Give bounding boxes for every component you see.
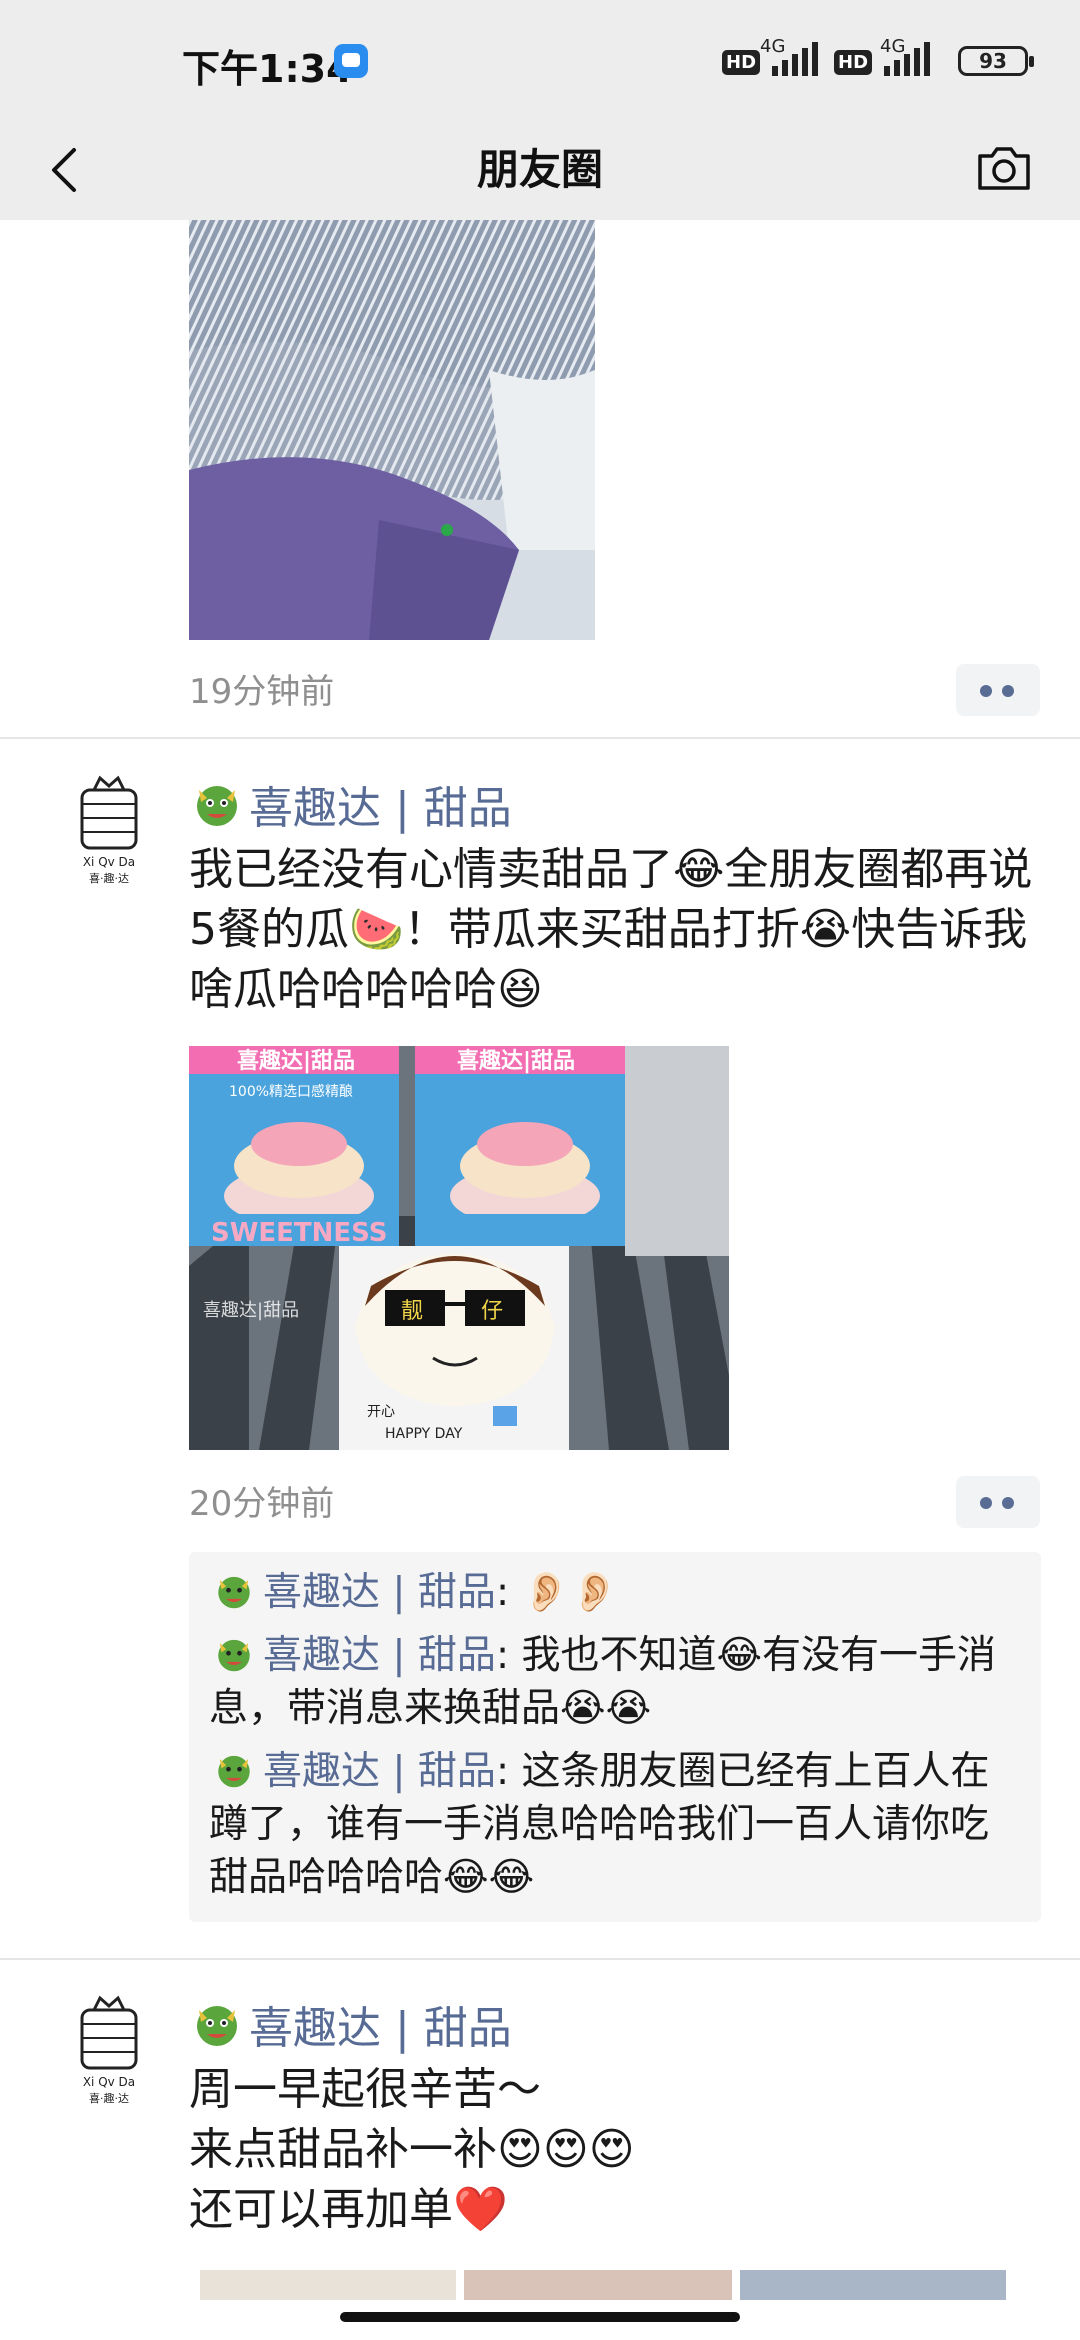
post-author-name: 喜趣达 | 甜品: [249, 783, 512, 834]
topper-left: 靓: [401, 1299, 423, 1324]
post-divider: [0, 1958, 1080, 1960]
comment-item[interactable]: 喜趣达 | 甜品: 这条朋友圈已经有上百人在蹲了，谁有一手消息哈哈哈我们一百人请…: [209, 1745, 1021, 1904]
comment-author[interactable]: 喜趣达 | 甜品: [263, 1749, 496, 1794]
comment-author[interactable]: 喜趣达 | 甜品: [263, 1633, 496, 1678]
post-text: 我已经没有心情卖甜品了😂全朋友圈都再说5餐的瓜🍉！带瓜来买甜品打折😭快告诉我啥瓜…: [189, 844, 1033, 1015]
post-photo-cake[interactable]: 喜趣达|甜品 100%精选口感精酿 SWEETNESS 喜趣达|甜品 喜趣达|甜…: [189, 1046, 729, 1450]
post-author-name: 喜趣达 | 甜品: [249, 2003, 512, 2054]
camera-icon[interactable]: [972, 136, 1036, 200]
comment-item[interactable]: 喜趣达 | 甜品: 我也不知道😂有没有一手消息，带消息来换甜品😭😭: [209, 1629, 1021, 1735]
post-timestamp: 19分钟前: [189, 672, 335, 712]
post-timestamp: 20分钟前: [189, 1484, 335, 1524]
home-indicator[interactable]: [340, 2312, 740, 2322]
post-photo-clothes[interactable]: [189, 220, 595, 640]
dragon-emoji-icon: [197, 2006, 237, 2046]
box-banner-left: 喜趣达|甜品: [237, 1048, 355, 1074]
status-time: 下午1:34: [182, 47, 353, 91]
box-label: SWEETNESS: [211, 1218, 387, 1248]
comment-author[interactable]: 喜趣达 | 甜品: [263, 1570, 496, 1615]
top-bar: 下午1:34 HD 4G HD 4G 93 朋友圈: [0, 0, 1080, 220]
cake-card-line2: HAPPY DAY: [385, 1426, 463, 1442]
status-bar: 下午1:34 HD 4G HD 4G 93: [0, 0, 1080, 120]
hd-badge-1: HD: [722, 50, 761, 75]
avatar-cn: 喜·趣·达: [89, 2091, 129, 2105]
post-author[interactable]: 喜趣达 | 甜品: [189, 1992, 512, 2056]
post-author[interactable]: 喜趣达 | 甜品: [189, 772, 512, 836]
box-tagline: 100%精选口感精酿: [229, 1083, 353, 1100]
dragon-emoji-icon: [218, 1755, 250, 1788]
photo-watermark: 喜趣达|甜品: [203, 1300, 299, 1321]
topper-right: 仔: [481, 1299, 503, 1324]
comment-text: : 👂🏻👂🏻: [495, 1570, 619, 1615]
nav-bar: 朋友圈: [0, 120, 1080, 220]
avatar[interactable]: Xi Qv Da 喜·趣·达: [64, 1992, 154, 2110]
signal-bars-2-icon: [884, 42, 930, 76]
box-banner-right: 喜趣达|甜品: [457, 1048, 575, 1074]
comment-item[interactable]: 喜趣达 | 甜品: 👂🏻👂🏻: [209, 1566, 1021, 1619]
battery-indicator: 93: [958, 46, 1034, 76]
post-text: 周一早起很辛苦～ 来点甜品补一补😍😍😍 还可以再加单❤️: [189, 2064, 635, 2235]
avatar-cn: 喜·趣·达: [89, 871, 129, 885]
post-thumbnail[interactable]: [464, 2270, 732, 2300]
post-thumbnail[interactable]: [740, 2270, 1006, 2300]
avatar[interactable]: Xi Qv Da 喜·趣·达: [64, 772, 154, 890]
dragon-emoji-icon: [218, 1576, 250, 1609]
dragon-emoji-icon: [218, 1639, 250, 1672]
hd-badge-2: HD: [834, 50, 873, 75]
signal-bars-1-icon: [772, 42, 818, 76]
avatar-text: Xi Qv Da: [83, 2075, 135, 2089]
comment-section: 喜趣达 | 甜品: 👂🏻👂🏻 喜趣达 | 甜品: 我也不知道😂有没有一手消息，带…: [189, 1552, 1041, 1922]
post-thumbnail[interactable]: [200, 2270, 456, 2300]
dragon-emoji-icon: [197, 786, 237, 826]
more-actions-button[interactable]: [956, 1476, 1040, 1528]
page-title: 朋友圈: [476, 145, 603, 194]
avatar-text: Xi Qv Da: [83, 855, 135, 869]
cake-card-line1: 开心: [367, 1404, 395, 1420]
notification-app-icon: [334, 44, 368, 78]
post-divider: [0, 737, 1080, 739]
more-actions-button[interactable]: [956, 664, 1040, 716]
